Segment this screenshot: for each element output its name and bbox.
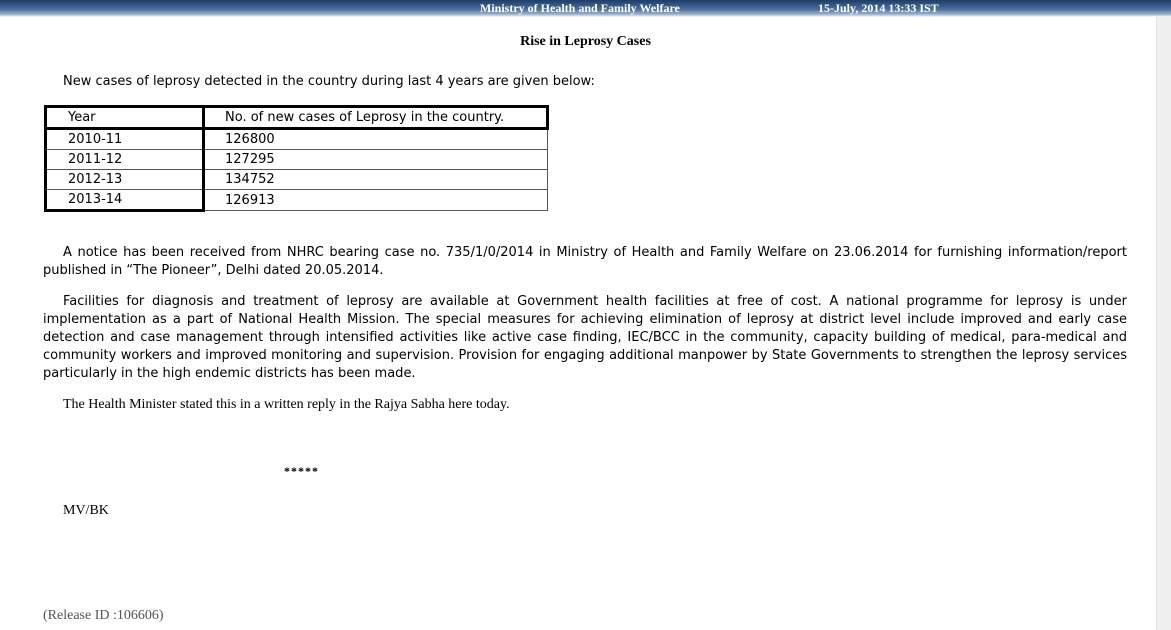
minister-statement: The Health Minister stated this in a wri… [63,397,510,412]
cases-cell: 126800 [203,128,548,150]
year-cell: 2011-12 [44,149,205,170]
year-cell: 2010-11 [44,128,205,150]
table-row: 2011-12 127295 [44,149,548,170]
release-id: (Release ID :106606) [43,608,164,623]
ministry-name: Ministry of Health and Family Welfare [480,1,680,15]
header-year: Year [44,105,205,130]
header-bar: Ministry of Health and Family Welfare 15… [0,0,1171,17]
facilities-text: Facilities for diagnosis and treatment o… [43,294,1127,381]
facilities-paragraph: Facilities for diagnosis and treatment o… [43,293,1127,383]
separator-stars: ***** [284,464,319,478]
table-row: 2012-13 134752 [44,169,548,190]
nhrc-notice-paragraph: A notice has been received from NHRC bea… [43,244,1127,280]
year-cell: 2012-13 [44,169,205,190]
header-cases: No. of new cases of Leprosy in the count… [202,105,549,130]
nhrc-notice-text: A notice has been received from NHRC bea… [43,245,1127,278]
intro-text: New cases of leprosy detected in the cou… [63,74,595,89]
cases-cell: 126913 [203,189,548,211]
release-datetime: 15-July, 2014 13:33 IST [818,1,939,15]
cases-cell: 127295 [203,149,548,170]
vertical-scrollbar[interactable] [1156,17,1171,630]
table-row: 2010-11 126800 [44,128,548,150]
author-initials: MV/BK [63,503,109,518]
page-title: Rise in Leprosy Cases [520,34,651,49]
table-row: 2013-14 126913 [44,189,548,212]
year-cell: 2013-14 [44,189,205,212]
cases-cell: 134752 [203,169,548,190]
leprosy-cases-table: Year No. of new cases of Leprosy in the … [44,105,549,212]
table-header-row: Year No. of new cases of Leprosy in the … [44,105,549,130]
